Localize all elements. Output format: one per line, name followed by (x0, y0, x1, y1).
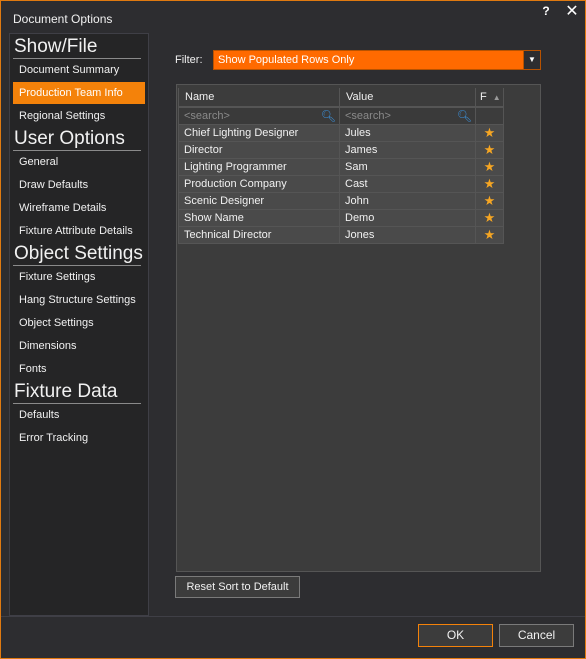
column-header-favorite[interactable]: F ▲ (475, 88, 504, 107)
row-name-cell[interactable]: Chief Lighting Designer (178, 125, 340, 142)
main-panel: Filter: Show Populated Rows Only ▼ Name … (156, 33, 577, 616)
sidebar-item-fixture-settings[interactable]: Fixture Settings (13, 266, 145, 288)
cancel-button[interactable]: Cancel (499, 624, 574, 647)
column-header-value[interactable]: Value (339, 88, 476, 107)
close-button[interactable]: ✕ (564, 3, 580, 21)
sort-ascending-icon: ▲ (492, 93, 501, 102)
row-name-cell[interactable]: Show Name (178, 210, 340, 227)
row-value-cell[interactable]: Demo (339, 210, 476, 227)
filter-label: Filter: (175, 54, 203, 66)
sidebar-item-regional-settings[interactable]: Regional Settings (13, 105, 145, 127)
sidebar-item-object-settings[interactable]: Object Settings (13, 312, 145, 334)
value-search-placeholder: <search> (345, 110, 391, 122)
name-search-input[interactable]: <search> 🔍︎ (178, 107, 340, 125)
sidebar-item-general[interactable]: General (13, 151, 145, 173)
title-bar: Document Options ? ✕ (1, 1, 585, 31)
filter-value: Show Populated Rows Only (218, 54, 355, 66)
row-value-cell[interactable]: John (339, 193, 476, 210)
favorite-star-icon[interactable]: ★ (475, 227, 504, 244)
row-value-cell[interactable]: Jones (339, 227, 476, 244)
options-sidebar: Show/File Document Summary Production Te… (9, 33, 149, 616)
row-value-cell[interactable]: Jules (339, 125, 476, 142)
sidebar-item-error-tracking[interactable]: Error Tracking (13, 427, 145, 449)
row-name-cell[interactable]: Technical Director (178, 227, 340, 244)
ok-button[interactable]: OK (418, 624, 493, 647)
section-header-fixture-data: Fixture Data (14, 381, 118, 402)
sidebar-item-dimensions[interactable]: Dimensions (13, 335, 145, 357)
filter-dropdown[interactable]: Show Populated Rows Only ▼ (213, 50, 541, 70)
sidebar-item-hang-structure-settings[interactable]: Hang Structure Settings (13, 289, 145, 311)
favorite-star-icon[interactable]: ★ (475, 210, 504, 227)
favorite-star-icon[interactable]: ★ (475, 193, 504, 210)
sidebar-item-fonts[interactable]: Fonts (13, 358, 145, 380)
row-value-cell[interactable]: Cast (339, 176, 476, 193)
favorite-filter-cell (475, 107, 504, 125)
favorite-star-icon[interactable]: ★ (475, 176, 504, 193)
favorite-star-icon[interactable]: ★ (475, 142, 504, 159)
sidebar-item-fixture-attribute-details[interactable]: Fixture Attribute Details (13, 220, 145, 242)
reset-sort-button[interactable]: Reset Sort to Default (175, 576, 300, 598)
sidebar-item-draw-defaults[interactable]: Draw Defaults (13, 174, 145, 196)
row-value-cell[interactable]: James (339, 142, 476, 159)
row-name-cell[interactable]: Production Company (178, 176, 340, 193)
value-search-input[interactable]: <search> 🔍︎ (339, 107, 476, 125)
help-button[interactable]: ? (539, 4, 553, 20)
chevron-down-icon[interactable]: ▼ (523, 51, 540, 69)
sidebar-item-wireframe-details[interactable]: Wireframe Details (13, 197, 145, 219)
section-header-show-file: Show/File (14, 36, 98, 57)
favorite-star-icon[interactable]: ★ (475, 125, 504, 142)
row-value-cell[interactable]: Sam (339, 159, 476, 176)
footer-divider (1, 616, 585, 617)
search-icon[interactable]: 🔍︎ (321, 108, 336, 124)
section-header-user-options: User Options (14, 128, 125, 149)
document-options-dialog: Document Options ? ✕ Show/File Document … (0, 0, 586, 659)
name-search-placeholder: <search> (184, 110, 230, 122)
sidebar-item-production-team-info[interactable]: Production Team Info (13, 82, 145, 104)
sidebar-item-document-summary[interactable]: Document Summary (13, 59, 145, 81)
section-header-object-settings: Object Settings (14, 243, 143, 264)
dialog-title: Document Options (13, 12, 113, 26)
favorite-star-icon[interactable]: ★ (475, 159, 504, 176)
search-icon[interactable]: 🔍︎ (457, 108, 472, 124)
column-header-name[interactable]: Name (178, 88, 340, 107)
row-name-cell[interactable]: Lighting Programmer (178, 159, 340, 176)
row-name-cell[interactable]: Director (178, 142, 340, 159)
sidebar-item-defaults[interactable]: Defaults (13, 404, 145, 426)
team-info-grid: Name Value F ▲ <search> 🔍︎ <search> 🔍︎ C… (176, 84, 541, 572)
column-header-favorite-label: F (480, 91, 487, 103)
row-name-cell[interactable]: Scenic Designer (178, 193, 340, 210)
